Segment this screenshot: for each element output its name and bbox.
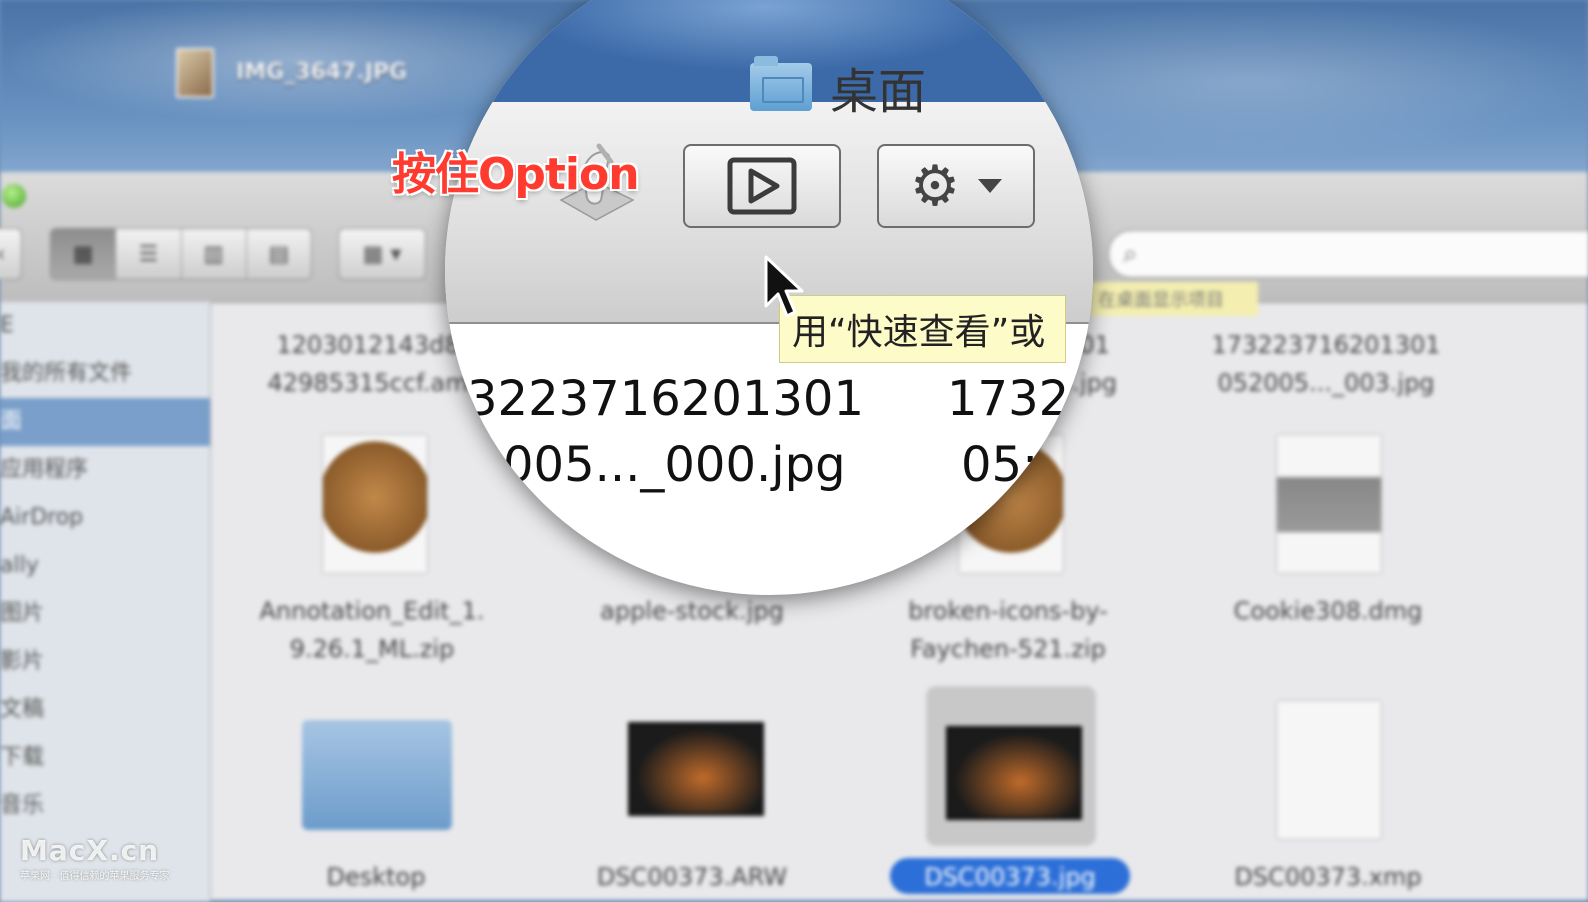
background-tooltip: 在桌面显示项目 — [1090, 282, 1258, 316]
file-item[interactable]: Annotation_Edit_1. 9.26.1_ML.zip — [232, 592, 512, 668]
quick-look-button[interactable] — [683, 144, 841, 228]
file-name: Annotation_Edit_1. — [259, 597, 485, 625]
file-name[interactable]: 005..._000.jpg — [503, 433, 846, 497]
file-item[interactable]: Desktop — [236, 858, 516, 896]
xmp-document-icon[interactable] — [1276, 700, 1382, 840]
play-icon — [727, 157, 797, 215]
sidebar-item-applications[interactable]: 应用程序 — [0, 446, 210, 494]
sidebar-item[interactable]: E — [0, 302, 210, 350]
view-switcher[interactable]: ▦ ☰ ▥ ▤ — [50, 228, 312, 280]
watermark: MacX.cn 苹果网 · 值得信赖的苹果服务专家 — [20, 834, 170, 882]
file-name: Desktop — [326, 863, 426, 891]
file-name: 173223716201301 — [1211, 331, 1441, 359]
search-input[interactable]: ⌕ — [1108, 230, 1588, 278]
column-view-icon[interactable]: ▥ — [181, 229, 247, 279]
desktop-file-label[interactable]: IMG_3647.JPG — [236, 60, 407, 85]
file-name: DSC00373.ARW — [596, 863, 788, 891]
quick-look-tooltip: 用“快速查看”或 — [779, 295, 1067, 363]
watermark-logo: MacX.cn — [20, 834, 160, 867]
chevron-down-icon — [978, 179, 1003, 193]
sidebar-item[interactable]: ally — [0, 542, 210, 590]
file-name: broken-icons-by- — [908, 597, 1108, 625]
gear-icon: ⚙ — [909, 154, 961, 217]
desktop-image-file-icon[interactable] — [176, 48, 214, 98]
folder-icon[interactable] — [302, 720, 452, 830]
window-title: 桌面 — [750, 52, 926, 122]
file-item[interactable]: 173223716201301 052005..._003.jpg — [1186, 326, 1466, 402]
jpg-image-thumbnail[interactable] — [946, 726, 1082, 820]
sidebar-item[interactable]: 我的所有文件 — [0, 350, 210, 398]
window-title-text: 桌面 — [830, 64, 927, 120]
back-button[interactable]: ‹ — [0, 228, 22, 280]
file-item[interactable]: DSC00373.ARW — [552, 858, 832, 896]
file-name: 052005..._003.jpg — [1217, 369, 1435, 397]
coverflow-view-icon[interactable]: ▤ — [246, 229, 311, 279]
sidebar-item-documents[interactable]: 文稿 — [0, 686, 210, 734]
zip-file-icon[interactable] — [322, 434, 428, 574]
sidebar-item-desktop[interactable]: 面 — [0, 398, 210, 446]
search-icon: ⌕ — [1123, 239, 1138, 269]
file-name: apple-stock.jpg — [600, 597, 784, 625]
file-item-selected[interactable]: DSC00373.jpg — [870, 858, 1150, 896]
arrange-menu-icon[interactable]: ▦ ▾ — [338, 228, 426, 280]
list-view-icon[interactable]: ☰ — [116, 229, 182, 279]
file-name: Faychen-521.zip — [910, 635, 1106, 663]
watermark-tagline: 苹果网 · 值得信赖的苹果服务专家 — [20, 871, 170, 882]
file-name: Cookie308.dmg — [1233, 597, 1423, 625]
action-menu-button[interactable]: ⚙ — [877, 144, 1035, 228]
file-name[interactable]: 05: — [961, 433, 1038, 497]
icon-view-icon[interactable]: ▦ — [51, 229, 117, 279]
folder-icon — [750, 56, 812, 111]
file-name: DSC00373.xmp — [1234, 863, 1422, 891]
disk-image-icon[interactable] — [1276, 434, 1382, 574]
zoom-button[interactable] — [2, 184, 26, 208]
hint-label: 按住Option — [392, 149, 640, 200]
file-name[interactable]: 1732 — [947, 367, 1069, 431]
sidebar-item-pictures[interactable]: 图片 — [0, 590, 210, 638]
sidebar-item-downloads[interactable]: 下载 — [0, 734, 210, 782]
file-item[interactable]: Cookie308.dmg — [1188, 592, 1468, 630]
file-name: 9.26.1_ML.zip — [289, 635, 455, 663]
file-name[interactable]: 3223716201301 — [467, 367, 864, 431]
mouse-cursor-icon — [764, 255, 804, 318]
sidebar: E 我的所有文件 面 应用程序 AirDrop ally 图片 影片 文稿 下载… — [0, 302, 211, 902]
file-item[interactable]: DSC00373.xmp — [1188, 858, 1468, 896]
file-name: DSC00373.jpg — [924, 863, 1096, 891]
file-item[interactable]: broken-icons-by- Faychen-521.zip — [868, 592, 1148, 668]
file-item[interactable]: apple-stock.jpg — [552, 592, 832, 630]
sidebar-item-music[interactable]: 音乐 — [0, 782, 210, 830]
raw-image-thumbnail[interactable] — [628, 722, 764, 816]
sidebar-item-airdrop[interactable]: AirDrop — [0, 494, 210, 542]
sidebar-item-movies[interactable]: 影片 — [0, 638, 210, 686]
